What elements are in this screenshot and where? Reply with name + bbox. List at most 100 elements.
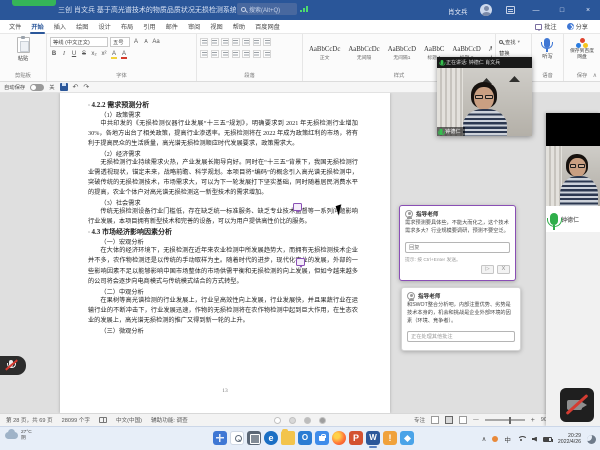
redo-button[interactable]: ↷ — [83, 83, 89, 91]
meeting-video-thumbnail[interactable] — [546, 113, 600, 206]
page-indicator[interactable]: 第 28 页，共 69 页 — [6, 416, 53, 424]
ribbon-tab[interactable]: 视图 — [205, 20, 227, 33]
ribbon-tab[interactable]: 插入 — [49, 20, 71, 33]
highlight-color-button[interactable]: A — [110, 49, 118, 59]
underline-button[interactable]: U — [70, 49, 78, 59]
save-to-baidu-netdisk-button[interactable]: 保存到百度网盘 — [569, 38, 595, 61]
paragraph-tool-numbering[interactable] — [211, 38, 219, 46]
zoom-slider[interactable] — [485, 419, 525, 421]
ribbon-tab[interactable]: 邮件 — [161, 20, 183, 33]
ribbon-tab[interactable]: 帮助 — [228, 20, 250, 33]
volume-icon[interactable] — [532, 437, 537, 442]
search-box[interactable]: 搜索(Alt+Q) — [237, 3, 297, 15]
paragraph-tool-shading[interactable] — [253, 50, 261, 58]
ribbon-tab[interactable]: 绘图 — [71, 20, 93, 33]
ribbon-tab[interactable]: 引用 — [138, 20, 160, 33]
change-case-button[interactable]: Aa — [152, 37, 160, 47]
taskbar-icon-photos[interactable] — [400, 431, 414, 445]
shrink-font-button[interactable]: A — [142, 37, 150, 47]
focus-mode-button[interactable]: 专注 — [414, 416, 425, 424]
comments-button[interactable]: 批注 — [535, 22, 556, 31]
comment-reply-input[interactable] — [405, 242, 510, 253]
zoom-in-button[interactable]: + — [531, 417, 535, 424]
camera-off-button[interactable] — [560, 388, 594, 422]
taskbar-icon-file-explorer[interactable] — [281, 431, 295, 445]
undo-button[interactable]: ↶ — [73, 83, 79, 91]
font-color-button[interactable]: A — [120, 49, 128, 59]
superscript-button[interactable]: x² — [100, 49, 108, 59]
ribbon-display-options-icon[interactable] — [506, 6, 515, 14]
share-button[interactable]: 分享 — [567, 22, 588, 31]
battery-icon[interactable] — [543, 437, 552, 442]
maximize-button[interactable]: □ — [550, 0, 574, 20]
style-chip[interactable]: AaBbCcDc 无间隔 — [345, 36, 382, 70]
paragraph-tool-line-spacing[interactable] — [242, 50, 250, 58]
ime-indicator[interactable]: 中 — [504, 434, 511, 444]
participant-row[interactable]: 钟德仁 — [546, 206, 600, 232]
grow-font-button[interactable]: A — [132, 37, 140, 47]
comment-anchor-icon[interactable] — [296, 258, 305, 266]
taskbar-icon-outlook[interactable] — [298, 431, 312, 445]
ribbon-tab[interactable]: 审阅 — [183, 20, 205, 33]
save-icon[interactable] — [60, 83, 68, 91]
paragraph-tool-multilevel-list[interactable] — [221, 38, 229, 46]
meeting-speaking-window[interactable]: 正在讲话: 钟德仁 肖文兵 钟德仁 — [437, 57, 532, 136]
zoom-slider-knob[interactable] — [509, 417, 511, 424]
dictate-button[interactable]: 听写 — [542, 38, 553, 60]
strikethrough-button[interactable]: S — [80, 49, 88, 59]
font-size-select[interactable]: 五号 — [110, 37, 130, 47]
paragraph-tool-borders[interactable] — [263, 50, 271, 58]
mic-in-use-indicator[interactable] — [492, 436, 498, 442]
collapse-ribbon-icon[interactable]: ∧ — [593, 72, 597, 79]
paragraph-tool-align-right[interactable] — [221, 50, 229, 58]
paragraph-tool-align-left[interactable] — [200, 50, 208, 58]
wifi-icon[interactable] — [517, 436, 526, 443]
comment-anchor-icon[interactable] — [293, 203, 302, 211]
night-mode-icon[interactable] — [587, 435, 596, 444]
close-button[interactable]: × — [576, 0, 600, 20]
taskbar-icon-word[interactable] — [366, 431, 380, 445]
paragraph-tool-sort[interactable] — [253, 38, 261, 46]
print-layout-button[interactable] — [445, 416, 453, 424]
paragraph-tool-increase-indent[interactable] — [242, 38, 250, 46]
ribbon-tab[interactable]: 开始 — [26, 20, 48, 33]
document-page[interactable]: 4.2.2 需求预测分析（1）政策需求中共印发的《无损检测仪器行业发展“十三五”… — [60, 93, 390, 413]
comment-close-button[interactable]: X — [497, 265, 510, 274]
proofing-icon[interactable] — [99, 417, 107, 423]
accessibility-status[interactable]: 辅助功能: 调查 — [151, 416, 188, 424]
ribbon-tab[interactable]: 百度网盘 — [250, 20, 285, 33]
taskbar-icon-start[interactable] — [213, 431, 227, 445]
comment-send-button[interactable]: ▷ — [481, 265, 494, 274]
paragraph-tool-bullets[interactable] — [200, 38, 208, 46]
subscript-button[interactable]: x₂ — [90, 49, 98, 59]
web-layout-button[interactable] — [459, 416, 467, 424]
zoom-out-button[interactable]: — — [473, 417, 479, 423]
taskbar-icon-edge[interactable] — [264, 431, 278, 445]
language-indicator[interactable]: 中文(中国) — [116, 416, 142, 424]
taskbar-icon-powerpoint[interactable] — [349, 431, 363, 445]
ribbon-tab[interactable]: 布局 — [116, 20, 138, 33]
taskbar-icon-firefox[interactable] — [332, 431, 346, 445]
bold-button[interactable]: B — [50, 49, 58, 59]
taskbar-clock[interactable]: 20:29 2022/4/26 — [558, 433, 581, 446]
style-chip[interactable]: AaBbCcD 无间隔1 — [385, 36, 419, 70]
taskbar-icon-security-alert[interactable] — [383, 431, 397, 445]
paste-button[interactable]: 粘贴 — [17, 37, 30, 62]
ribbon-tab[interactable]: 文件 — [4, 20, 26, 33]
italic-button[interactable]: I — [60, 49, 68, 59]
ribbon-tab[interactable]: 设计 — [94, 20, 116, 33]
taskbar-icon-search[interactable] — [230, 431, 244, 445]
read-mode-button[interactable] — [431, 416, 439, 424]
hidden-icons-chevron[interactable]: ∧ — [482, 435, 487, 443]
font-name-select[interactable]: 等线 (中文正文) — [50, 37, 108, 47]
meeting-mute-float[interactable] — [0, 356, 26, 375]
speaking-window-header[interactable]: 正在讲话: 钟德仁 肖文兵 — [437, 57, 532, 68]
style-chip[interactable]: AaBbCcDc 正文 — [306, 36, 343, 70]
taskbar-icon-task-view[interactable] — [247, 431, 261, 445]
paragraph-tool-show-marks[interactable] — [263, 38, 271, 46]
find-button[interactable]: 查找 ▾ — [499, 36, 528, 47]
user-avatar[interactable] — [480, 4, 492, 16]
autosave-toggle[interactable] — [30, 84, 44, 91]
weather-widget[interactable]: 27°C 阴 — [5, 430, 32, 442]
paragraph-tool-decrease-indent[interactable] — [232, 38, 240, 46]
